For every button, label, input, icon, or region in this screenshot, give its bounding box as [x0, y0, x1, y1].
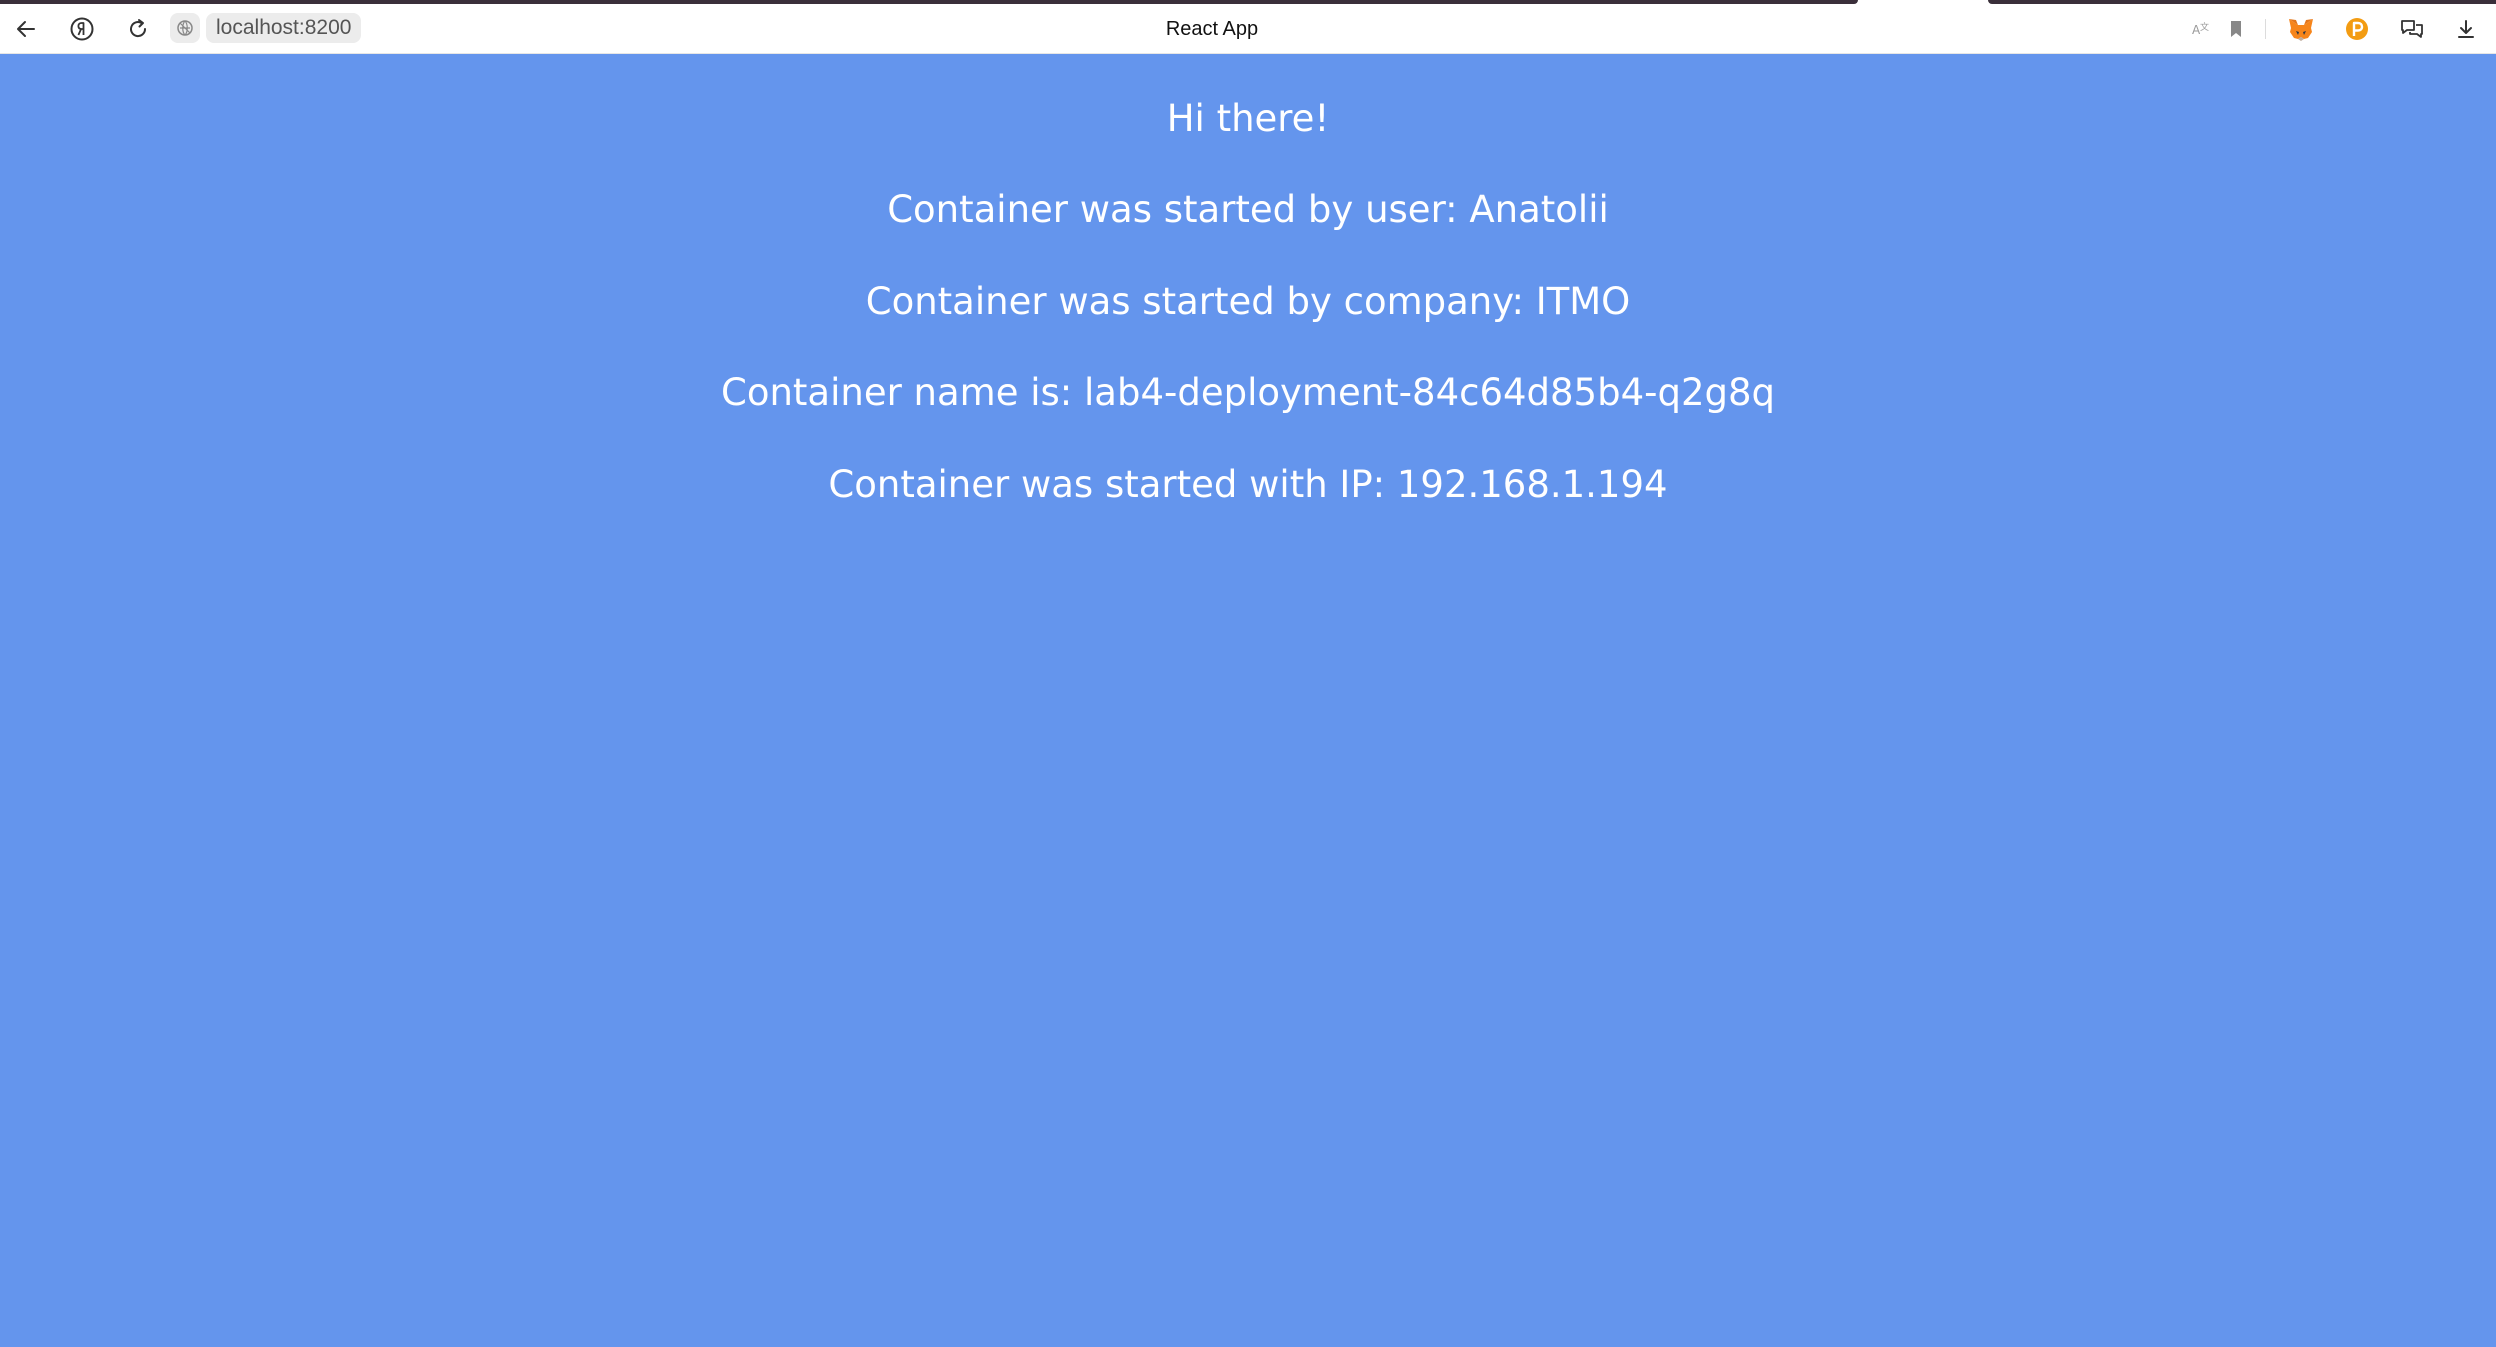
address-bar[interactable]: localhost:8200 [170, 13, 362, 43]
page-content: Hi there! Container was started by user:… [0, 54, 2496, 1347]
container-name-text: Container name is: lab4-deployment-84c64… [720, 371, 1776, 414]
container-user-text: Container was started by user: Anatolii [887, 188, 1609, 231]
browser-toolbar: localhost:8200 React App A 文 [0, 0, 2496, 54]
url-text[interactable]: localhost:8200 [206, 13, 362, 43]
translate-icon[interactable]: A 文 [2181, 4, 2221, 54]
back-arrow-icon[interactable] [6, 4, 46, 54]
svg-text:文: 文 [2200, 21, 2209, 33]
orange-coin-extension-icon[interactable] [2337, 4, 2377, 54]
site-info-icon[interactable] [170, 13, 200, 43]
container-company-text: Container was started by company: ITMO [865, 280, 1631, 323]
bookmark-icon[interactable] [2216, 4, 2256, 54]
yandex-logo-icon[interactable] [62, 4, 102, 54]
greeting-text: Hi there! [1166, 97, 1330, 140]
toolbar-separator [2265, 19, 2266, 39]
download-icon[interactable] [2446, 4, 2486, 54]
chat-bubbles-icon[interactable] [2392, 4, 2432, 54]
metamask-fox-icon[interactable] [2281, 4, 2321, 54]
browser-window: localhost:8200 React App A 文 Hi there! C… [0, 0, 2496, 1347]
page-title: React App [1165, 18, 1259, 40]
reload-icon[interactable] [118, 4, 158, 54]
container-ip-text: Container was started with IP: 192.168.1… [828, 463, 1668, 506]
